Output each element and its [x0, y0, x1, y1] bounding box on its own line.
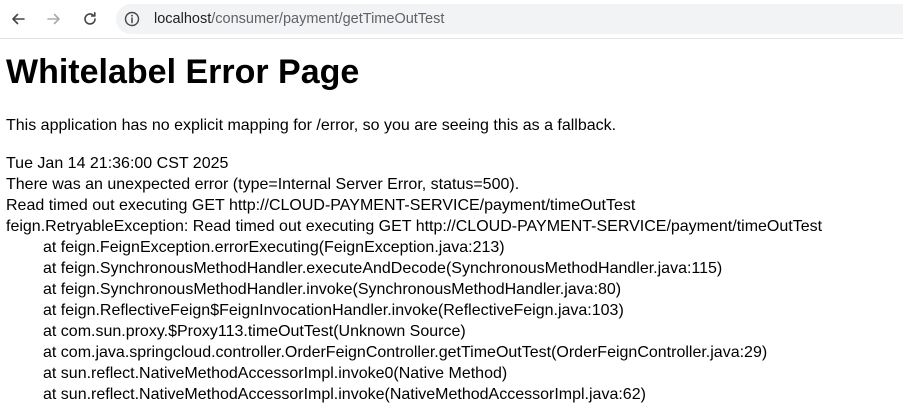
stack-frame: at com.java.springcloud.controller.Order…	[43, 344, 768, 361]
error-message: Read timed out executing GET http://CLOU…	[6, 197, 636, 214]
reload-button[interactable]	[78, 7, 102, 31]
arrow-right-icon	[47, 13, 60, 25]
stack-frame: at sun.reflect.NativeMethodAccessorImpl.…	[43, 386, 646, 403]
error-timestamp: Tue Jan 14 21:36:00 CST 2025	[6, 155, 229, 172]
address-bar[interactable]: localhost/consumer/payment/getTimeOutTes…	[116, 4, 903, 34]
stack-frame: at feign.ReflectiveFeign$FeignInvocation…	[43, 302, 624, 319]
stack-trace: at feign.FeignException.errorExecuting(F…	[6, 237, 822, 405]
url-host: localhost	[154, 11, 212, 27]
url-path: /consumer/payment/getTimeOutTest	[211, 11, 445, 27]
error-summary: There was an unexpected error (type=Inte…	[6, 176, 520, 193]
reload-icon	[84, 12, 96, 25]
info-icon[interactable]	[124, 11, 140, 27]
browser-toolbar: localhost/consumer/payment/getTimeOutTes…	[0, 0, 903, 39]
stack-frame: at feign.SynchronousMethodHandler.execut…	[43, 260, 723, 277]
url-text[interactable]: localhost/consumer/payment/getTimeOutTes…	[154, 4, 444, 34]
arrow-left-icon	[12, 13, 25, 25]
stack-frame: at feign.FeignException.errorExecuting(F…	[43, 239, 505, 256]
fallback-explanation: This application has no explicit mapping…	[6, 117, 617, 134]
back-button[interactable]	[6, 7, 30, 31]
stack-frame: at sun.reflect.NativeMethodAccessorImpl.…	[43, 365, 508, 382]
forward-button[interactable]	[42, 7, 66, 31]
page-title: Whitelabel Error Page	[6, 53, 360, 91]
stack-frame: at feign.SynchronousMethodHandler.invoke…	[43, 281, 622, 298]
exception-line: feign.RetryableException: Read timed out…	[6, 218, 823, 235]
error-details: Tue Jan 14 21:36:00 CST 2025 There was a…	[6, 153, 822, 405]
stack-frame: at com.sun.proxy.$Proxy113.timeOutTest(U…	[43, 323, 466, 340]
